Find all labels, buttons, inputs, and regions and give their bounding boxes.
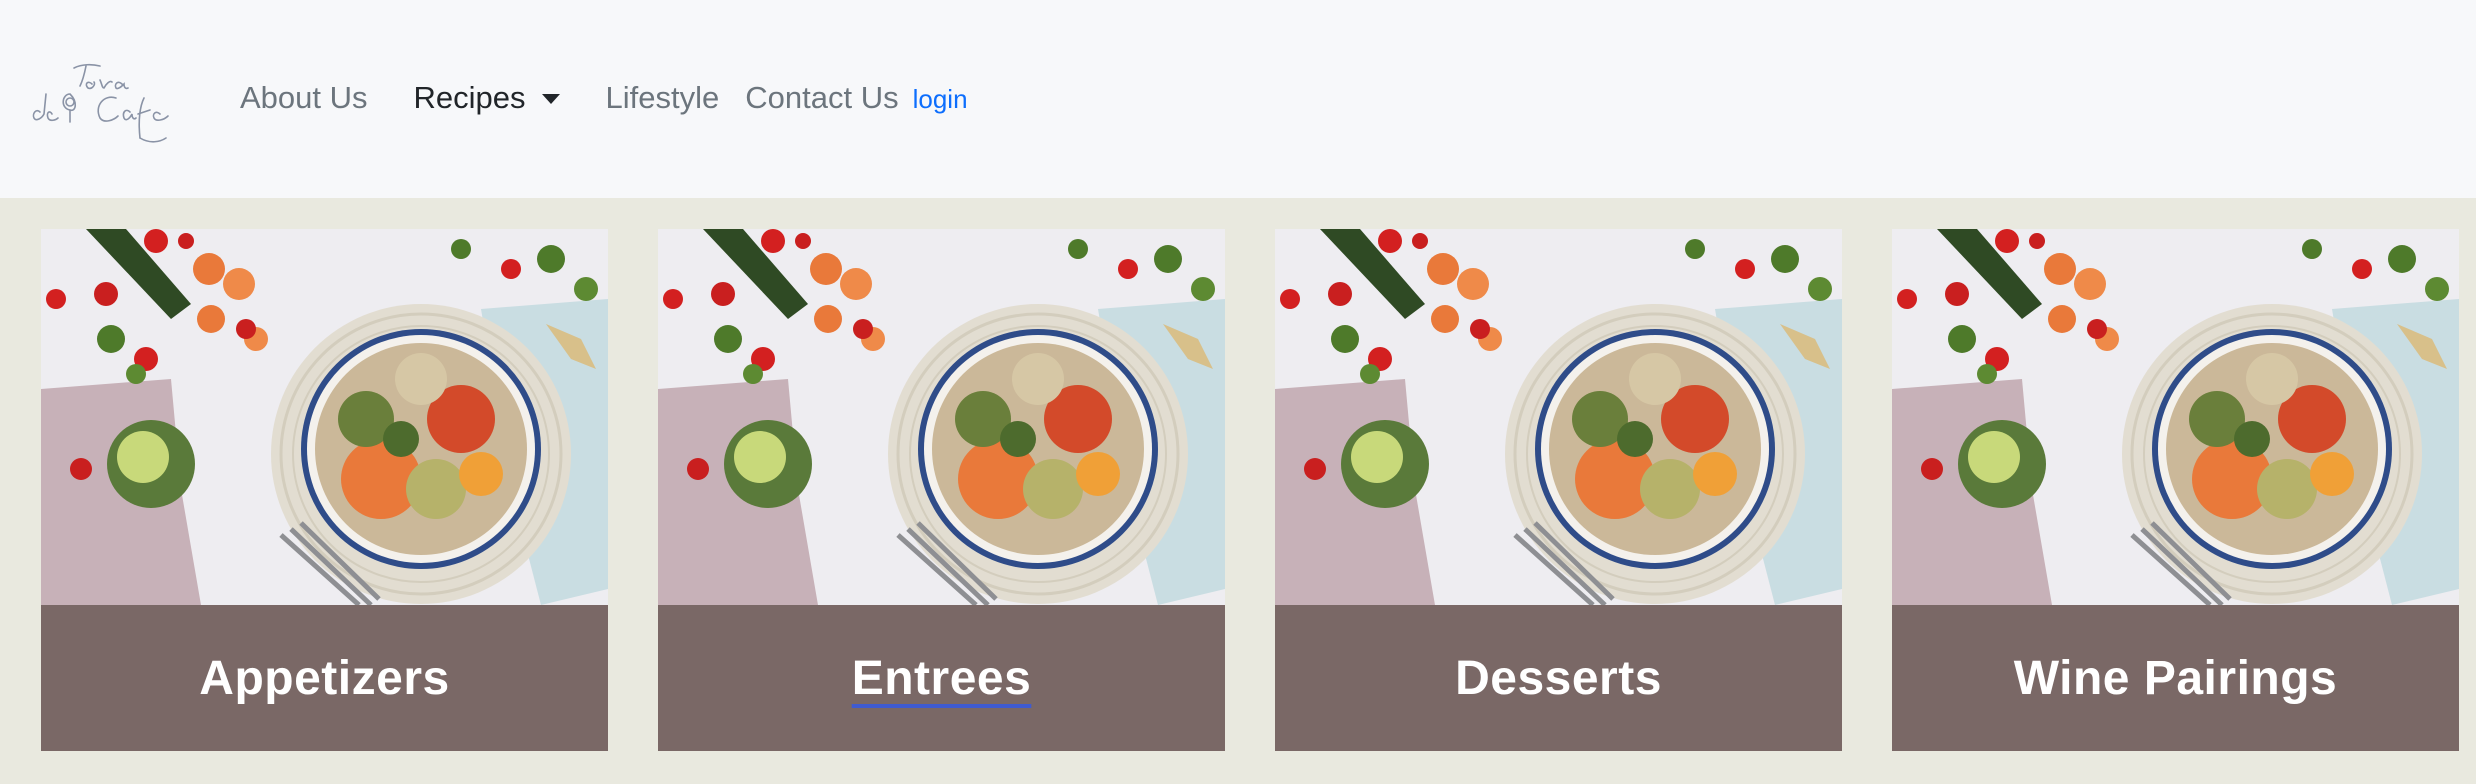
nav-link-recipes-label: Recipes — [413, 80, 526, 115]
recipe-card-wine-pairings[interactable]: Wine Pairings — [1892, 229, 2459, 751]
brand-logo[interactable] — [30, 58, 180, 150]
nav-dropdown-recipes[interactable]: Recipes — [414, 76, 560, 120]
card-title-appetizers[interactable]: Appetizers — [199, 651, 449, 706]
nav-link-about-us[interactable]: About Us — [240, 76, 368, 120]
card-footer: Entrees — [658, 605, 1225, 751]
navbar: About Us Recipes Lifestyle Contact Us lo… — [0, 0, 2476, 198]
recipe-card-appetizers[interactable]: Appetizers — [41, 229, 608, 751]
salad-bowl-photo — [1892, 229, 2459, 605]
salad-bowl-photo — [41, 229, 608, 605]
card-footer: Desserts — [1275, 605, 1842, 751]
card-footer: Wine Pairings — [1892, 605, 2459, 751]
salad-bowl-photo — [658, 229, 1225, 605]
card-title-entrees[interactable]: Entrees — [852, 651, 1032, 706]
nav-link-lifestyle[interactable]: Lifestyle — [606, 76, 720, 120]
nav-link-contact-us[interactable]: Contact Us — [745, 76, 898, 120]
salad-bowl-photo — [1275, 229, 1842, 605]
nav-links: About Us Recipes Lifestyle Contact Us lo… — [240, 76, 968, 120]
card-title-desserts[interactable]: Desserts — [1455, 651, 1662, 706]
login-link[interactable]: login — [913, 77, 968, 121]
card-title-wine-pairings[interactable]: Wine Pairings — [2014, 651, 2337, 706]
card-footer: Appetizers — [41, 605, 608, 751]
chevron-down-icon — [541, 94, 560, 104]
recipe-card-entrees[interactable]: Entrees — [658, 229, 1225, 751]
recipe-card-desserts[interactable]: Desserts — [1275, 229, 1842, 751]
